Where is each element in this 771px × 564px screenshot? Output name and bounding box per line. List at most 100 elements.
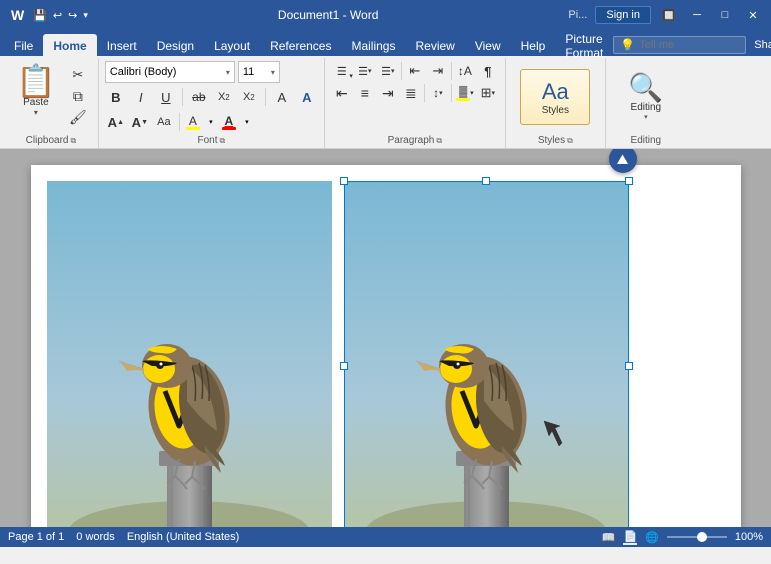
styles-icon: Aa (542, 79, 569, 105)
font-name-dropdown[interactable]: Calibri (Body) ▾ (105, 61, 235, 83)
styles-expand-btn[interactable]: ⧉ (567, 136, 573, 146)
align-left-button[interactable]: ⇤ (331, 83, 353, 103)
line-spacing-button[interactable]: ↕▾ (427, 83, 449, 103)
web-layout-button[interactable]: 🌐 (645, 531, 659, 544)
window-title: Document1 - Word (88, 8, 569, 22)
redo-qat-btn[interactable]: ↪ (68, 9, 77, 22)
undo-qat-btn[interactable]: ↩ (53, 9, 62, 22)
bold-button[interactable]: B (105, 86, 127, 108)
paragraph-expand-btn[interactable]: ⧉ (436, 136, 442, 146)
bird-image-1 (47, 181, 332, 527)
image-layout-button[interactable]: ⛰ (609, 149, 637, 173)
numbering-button[interactable]: ☰▾ (354, 61, 376, 81)
subscript-button[interactable]: X2 (213, 86, 235, 108)
font-size-value: 11 (243, 66, 254, 78)
highlight-color-dropdown[interactable]: ▾ (204, 112, 218, 132)
highlight-color-button[interactable]: A (184, 113, 202, 131)
justify-button[interactable]: ≣ (400, 83, 422, 103)
styles-button[interactable]: Aa Styles (520, 69, 590, 125)
font-divider1 (182, 88, 183, 106)
font-row2: B I U ab X2 X2 A A (105, 86, 318, 108)
save-qat-btn[interactable]: 💾 (33, 9, 47, 22)
editing-dropdown-arrow[interactable]: ▾ (644, 113, 648, 121)
tab-review[interactable]: Review (405, 34, 464, 56)
copy-button[interactable]: ⧉ (64, 86, 92, 106)
ribbon-display-btn[interactable]: 🔲 (659, 5, 679, 25)
minimize-button[interactable]: ─ (687, 5, 707, 25)
tab-help[interactable]: Help (511, 34, 556, 56)
borders-button[interactable]: ⊞▾ (477, 83, 499, 103)
editing-group-label: Editing (631, 135, 662, 146)
text-effects-button[interactable]: A (296, 86, 318, 108)
align-right-button[interactable]: ⇥ (377, 83, 399, 103)
bird-image-2 (344, 181, 629, 527)
editing-label: Editing (631, 102, 662, 113)
font-divider3 (179, 113, 180, 131)
language: English (United States) (127, 531, 240, 543)
tab-mailings[interactable]: Mailings (341, 34, 405, 56)
font-color-button[interactable]: A (220, 113, 238, 131)
font-row3: A▲ A▼ Aa A ▾ A ▾ (105, 111, 254, 133)
pi-label: Pi... (568, 9, 587, 21)
shading-button[interactable]: ▓ ▾ (454, 83, 476, 103)
image1-container[interactable] (47, 181, 332, 527)
cut-button[interactable]: ✂ (64, 65, 92, 85)
zoom-slider[interactable] (667, 536, 727, 538)
read-view-button[interactable]: 📖 (602, 531, 616, 544)
font-size-dropdown[interactable]: 11 ▾ (238, 61, 280, 83)
increase-font-button[interactable]: A▲ (105, 111, 127, 133)
tab-home[interactable]: Home (43, 34, 96, 56)
font-expand-btn[interactable]: ⧉ (219, 136, 225, 146)
para-divider4 (451, 84, 452, 102)
font-content: Calibri (Body) ▾ 11 ▾ B I U ab X2 X2 A A (105, 61, 318, 133)
strikethrough-button[interactable]: ab (188, 86, 210, 108)
tab-picture-format[interactable]: Picture Format (555, 34, 613, 56)
maximize-button[interactable]: □ (715, 5, 735, 25)
underline-button[interactable]: U (155, 86, 177, 108)
menu-bar: File Home Insert Design Layout Reference… (0, 30, 771, 56)
font-group: Calibri (Body) ▾ 11 ▾ B I U ab X2 X2 A A (99, 58, 325, 148)
resize-handle-middle-right[interactable] (625, 362, 633, 370)
multilevel-button[interactable]: ☰▾ (377, 61, 399, 81)
resize-handle-middle-left[interactable] (340, 362, 348, 370)
clipboard-expand-btn[interactable]: ⧉ (70, 136, 76, 146)
align-center-button[interactable]: ≡ (354, 83, 376, 103)
paste-dropdown-arrow[interactable]: ▾ (34, 108, 38, 117)
font-label-row: Font ⧉ (105, 133, 318, 148)
tab-design[interactable]: Design (147, 34, 204, 56)
resize-handle-top-left[interactable] (340, 177, 348, 185)
tab-file[interactable]: File (4, 34, 43, 56)
para-row1: ☰▾ ☰▾ ☰▾ ⇤ ⇥ ↕A ¶ (331, 61, 499, 81)
image2-container[interactable]: ⛰ (344, 181, 629, 527)
show-hide-button[interactable]: ¶ (477, 61, 499, 81)
tell-me-box[interactable]: 💡 (613, 36, 746, 54)
increase-indent-button[interactable]: ⇥ (427, 61, 449, 81)
sort-button[interactable]: ↕A (454, 61, 476, 81)
paragraph-content: ☰▾ ☰▾ ☰▾ ⇤ ⇥ ↕A ¶ ⇤ ≡ ⇥ ≣ (331, 61, 499, 133)
print-layout-button[interactable]: 📄 (623, 530, 637, 545)
clear-formatting-button[interactable]: A (271, 86, 293, 108)
superscript-button[interactable]: X2 (238, 86, 260, 108)
format-painter-button[interactable]: 🖌 (64, 107, 92, 127)
paste-button[interactable]: 📋 Paste ▾ (10, 61, 62, 121)
tell-me-input[interactable] (639, 39, 739, 51)
tab-references[interactable]: References (260, 34, 341, 56)
tab-insert[interactable]: Insert (97, 34, 147, 56)
decrease-indent-button[interactable]: ⇤ (404, 61, 426, 81)
change-case-button[interactable]: Aa (153, 111, 175, 133)
editing-button[interactable]: 🔍 Editing ▾ (616, 69, 676, 125)
zoom-thumb[interactable] (697, 532, 707, 542)
bullets-button[interactable]: ☰▾ (331, 61, 353, 81)
font-color-dropdown[interactable]: ▾ (240, 112, 254, 132)
sign-in-button[interactable]: Sign in (595, 6, 651, 24)
share-button[interactable]: Share (754, 39, 771, 51)
close-button[interactable]: ✕ (743, 5, 763, 25)
tab-view[interactable]: View (465, 34, 511, 56)
italic-button[interactable]: I (130, 86, 152, 108)
tab-layout[interactable]: Layout (204, 34, 260, 56)
resize-handle-top-right[interactable] (625, 177, 633, 185)
font-divider2 (265, 88, 266, 106)
decrease-font-button[interactable]: A▼ (129, 111, 151, 133)
resize-handle-top-middle[interactable] (482, 177, 490, 185)
clipboard-small-buttons: ✂ ⧉ 🖌 (64, 61, 92, 127)
